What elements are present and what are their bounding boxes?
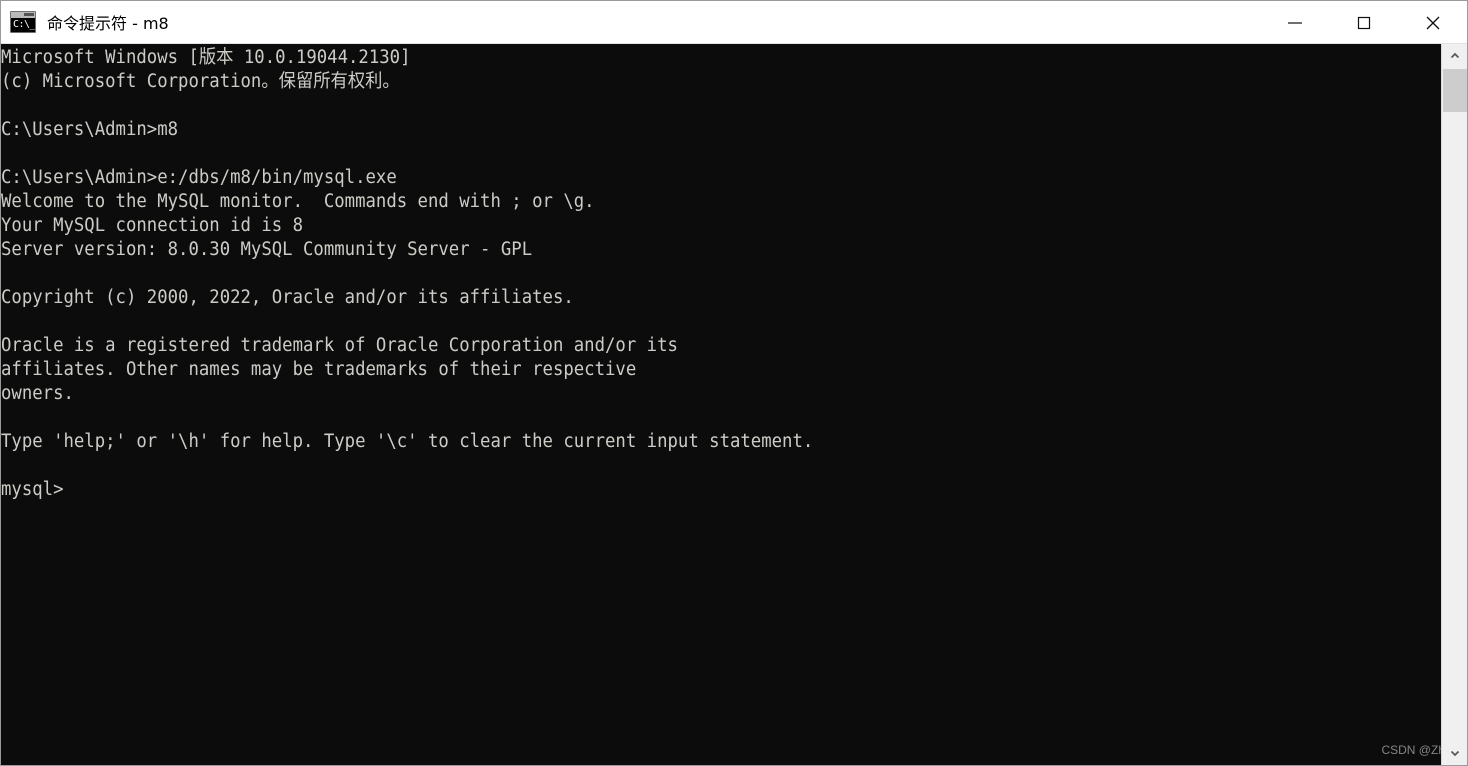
titlebar-left: C:\_ 命令提示符 - m8 (1, 1, 1260, 43)
cmd-icon-glyph: C:\_ (13, 19, 36, 30)
chevron-down-icon (1450, 750, 1459, 757)
terminal-output-area[interactable]: Microsoft Windows [版本 10.0.19044.2130] (… (1, 44, 1441, 765)
scrollbar-thumb[interactable] (1443, 69, 1467, 112)
maximize-button[interactable] (1329, 1, 1398, 44)
titlebar[interactable]: C:\_ 命令提示符 - m8 (1, 1, 1467, 44)
cmd-icon: C:\_ (10, 11, 36, 33)
chevron-up-icon (1450, 52, 1459, 59)
scroll-down-button[interactable] (1442, 741, 1467, 765)
window-title: 命令提示符 - m8 (47, 14, 169, 33)
close-button[interactable] (1398, 1, 1467, 44)
window-controls (1260, 1, 1467, 43)
scroll-up-button[interactable] (1442, 44, 1467, 68)
close-icon (1426, 16, 1439, 29)
terminal-text: Microsoft Windows [版本 10.0.19044.2130] (… (1, 47, 814, 500)
minimize-button[interactable] (1260, 1, 1329, 44)
minimize-icon (1287, 21, 1302, 24)
maximize-icon (1357, 16, 1370, 29)
command-prompt-window: C:\_ 命令提示符 - m8 Microsoft Windows [版本 10… (0, 0, 1468, 766)
vertical-scrollbar[interactable] (1441, 44, 1467, 765)
